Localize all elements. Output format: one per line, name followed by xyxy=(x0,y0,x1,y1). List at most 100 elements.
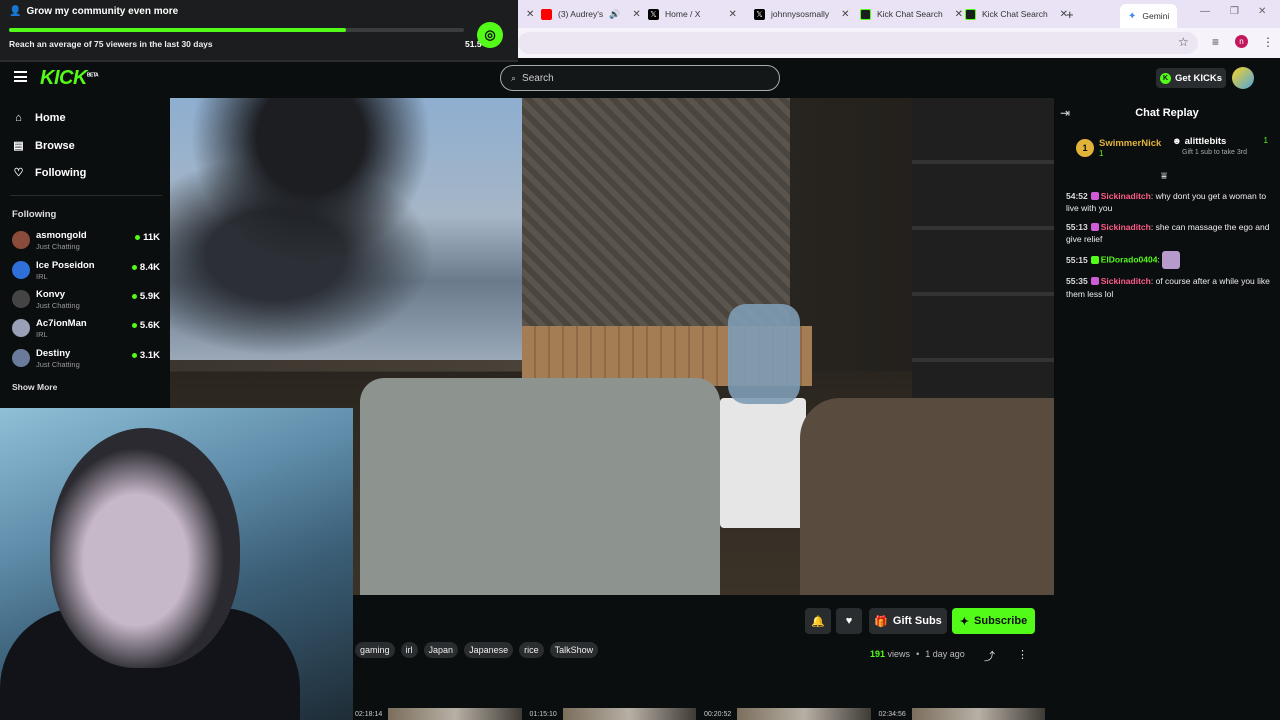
tag[interactable]: TalkShow xyxy=(549,642,599,658)
tag[interactable]: rice xyxy=(519,642,544,658)
gift-subs-label: Gift Subs xyxy=(892,615,942,627)
viewer-count-value: 5.6K xyxy=(139,320,160,331)
new-tab-button[interactable]: + xyxy=(1066,4,1074,24)
gift-leaderboard-first[interactable]: 1 SwimmerNick 1 xyxy=(1076,138,1161,158)
user-avatar[interactable] xyxy=(1232,67,1254,89)
message-user[interactable]: Sickinaditch xyxy=(1101,191,1151,201)
tab-overflow-close[interactable]: ✕ xyxy=(520,4,534,24)
sidebar-item-following[interactable]: ♡ Following xyxy=(12,166,87,180)
webcam-person-head xyxy=(50,428,240,668)
close-icon[interactable]: ✕ xyxy=(728,9,736,20)
close-window-icon[interactable]: ✕ xyxy=(1258,6,1266,17)
url-input[interactable] xyxy=(518,32,1198,54)
maximize-icon[interactable]: ❐ xyxy=(1230,6,1239,17)
chat-panel: ⇥ Chat Replay 1 SwimmerNick 1 ☻ alittleb… xyxy=(1054,98,1280,720)
channel-category: IRL xyxy=(36,330,48,339)
avatar xyxy=(12,290,30,308)
followed-channel-ice-poseidon[interactable]: Ice Poseidon IRL 8.4K xyxy=(12,258,160,282)
video-scene-wallpaper xyxy=(522,98,790,326)
avatar xyxy=(12,319,30,337)
gift-leaderboard-next[interactable]: ☻ alittlebits 1 Gift 1 sub to take 3rd xyxy=(1172,136,1276,157)
sidebar: ⌂ Home ▤ Browse ♡ Following Following asmon… xyxy=(0,98,170,410)
minimize-icon[interactable]: — xyxy=(1200,6,1210,17)
close-icon[interactable]: ✕ xyxy=(955,9,963,20)
tab-x-home[interactable]: 𝕏 Home / X ✕ xyxy=(648,4,737,24)
share-icon[interactable]: ⤴ xyxy=(984,648,995,664)
message-user[interactable]: Sickinaditch xyxy=(1101,222,1151,232)
chat-message: 55:35 Sickinaditch: of course after a whi… xyxy=(1066,276,1270,299)
related-video-thumb[interactable]: 02:18:14 xyxy=(355,708,522,720)
sidebar-item-label: Following xyxy=(35,166,87,179)
followed-channel-ac7ionman[interactable]: Ac7ionMan IRL 5.6K xyxy=(12,316,160,340)
channel-category: IRL xyxy=(36,272,48,281)
browser-menu-icon[interactable]: ⋮ xyxy=(1262,35,1274,49)
tab-kick-chat-search-1[interactable]: Kick Chat Search ✕ xyxy=(860,4,963,24)
thumb-image xyxy=(737,708,871,720)
sidebar-divider xyxy=(10,195,162,196)
sidebar-item-home[interactable]: ⌂ Home xyxy=(12,112,65,124)
live-dot-icon xyxy=(135,235,141,240)
tab-gemini[interactable]: ✦ Gemini xyxy=(1120,4,1178,28)
close-icon[interactable]: ✕ xyxy=(841,9,849,20)
kick-logo[interactable]: KICKBETA xyxy=(40,67,99,90)
message-time: 55:13 xyxy=(1066,221,1088,232)
pin-icon[interactable]: ⩸ xyxy=(1161,171,1167,182)
stream-tags: gaming irl Japan Japanese rice TalkShow xyxy=(355,642,599,658)
tab-youtube[interactable]: (3) Audrey's 🔊 ✕ xyxy=(541,4,641,24)
logo-text: KICK xyxy=(40,67,87,89)
channel-category: Just Chatting xyxy=(36,242,80,251)
show-more-link[interactable]: Show More xyxy=(12,382,57,392)
follow-heart-button[interactable]: ♥ xyxy=(836,608,862,634)
chat-message: 55:15 ElDorado0404: xyxy=(1066,251,1272,270)
followed-channel-konvy[interactable]: Konvy Just Chatting 5.9K xyxy=(12,287,160,311)
related-video-thumb[interactable]: 01:15:10 xyxy=(530,708,696,720)
youtube-icon xyxy=(541,8,552,20)
viewer-count: 5.9K xyxy=(131,291,160,302)
close-icon[interactable]: ✕ xyxy=(632,9,640,20)
tab-kick-chat-search-2[interactable]: Kick Chat Search ✕ xyxy=(965,4,1068,24)
search-input[interactable]: ⌕ Search xyxy=(500,65,780,91)
viewer-count-value: 11K xyxy=(143,232,160,243)
close-icon[interactable]: ✕ xyxy=(526,9,534,20)
rank-badge: 1 xyxy=(1076,139,1094,157)
channel-category: Just Chatting xyxy=(36,360,80,369)
tab-x-profile[interactable]: 𝕏johnnysosmally ✕ xyxy=(754,4,850,24)
kick-icon xyxy=(965,8,976,20)
viewer-count: 11K xyxy=(135,232,160,243)
leader-note: Gift 1 sub to take 3rd xyxy=(1182,149,1247,156)
browser-profile-avatar[interactable]: n xyxy=(1235,35,1248,48)
user-icon: 👤 xyxy=(9,6,22,17)
related-video-thumb[interactable]: 02:34:56 xyxy=(878,708,1045,720)
gift-subs-button[interactable]: 🎁 Gift Subs xyxy=(869,608,947,634)
speaker-icon[interactable]: 🔊 xyxy=(609,9,620,20)
subscribe-button[interactable]: ✦ Subscribe xyxy=(952,608,1035,634)
channel-category: Just Chatting xyxy=(36,301,80,310)
channel-name: Ice Poseidon xyxy=(36,260,95,271)
get-kicks-button[interactable]: K Get KICKs xyxy=(1156,68,1226,88)
leader-count: 1 xyxy=(1263,136,1268,145)
tag[interactable]: Japan xyxy=(423,642,459,658)
chat-title: Chat Replay xyxy=(1135,107,1199,119)
tag[interactable]: irl xyxy=(400,642,418,658)
tag[interactable]: gaming xyxy=(355,642,395,658)
video-scene-chair xyxy=(800,398,1054,595)
message-user[interactable]: Sickinaditch xyxy=(1101,276,1151,286)
heart-icon: ♡ xyxy=(13,167,24,179)
followed-channel-asmongold[interactable]: asmongold Just Chatting 11K xyxy=(12,228,160,252)
message-user[interactable]: ElDorado0404 xyxy=(1101,255,1158,265)
hamburger-menu-icon[interactable] xyxy=(14,71,27,82)
thumb-duration: 02:34:56 xyxy=(878,710,906,718)
more-options-icon[interactable]: ⋮ xyxy=(1017,648,1028,661)
message-time: 55:35 xyxy=(1066,276,1088,287)
tag[interactable]: Japanese xyxy=(464,642,514,658)
notification-bell-button[interactable]: 🔔 xyxy=(805,608,831,634)
channel-name: asmongold xyxy=(36,230,87,241)
bookmark-star-icon[interactable]: ☆ xyxy=(1178,35,1189,49)
media-control-icon[interactable]: ≡ xyxy=(1212,35,1219,49)
sidebar-item-browse[interactable]: ▤ Browse xyxy=(12,139,74,153)
emote-icon xyxy=(1162,251,1181,270)
related-video-thumb[interactable]: 00:20:52 xyxy=(704,708,871,720)
followed-channel-destiny[interactable]: Destiny Just Chatting 3.1K xyxy=(12,346,160,370)
goal-progress-fill xyxy=(9,28,346,32)
leader-count: 1 xyxy=(1099,149,1104,158)
